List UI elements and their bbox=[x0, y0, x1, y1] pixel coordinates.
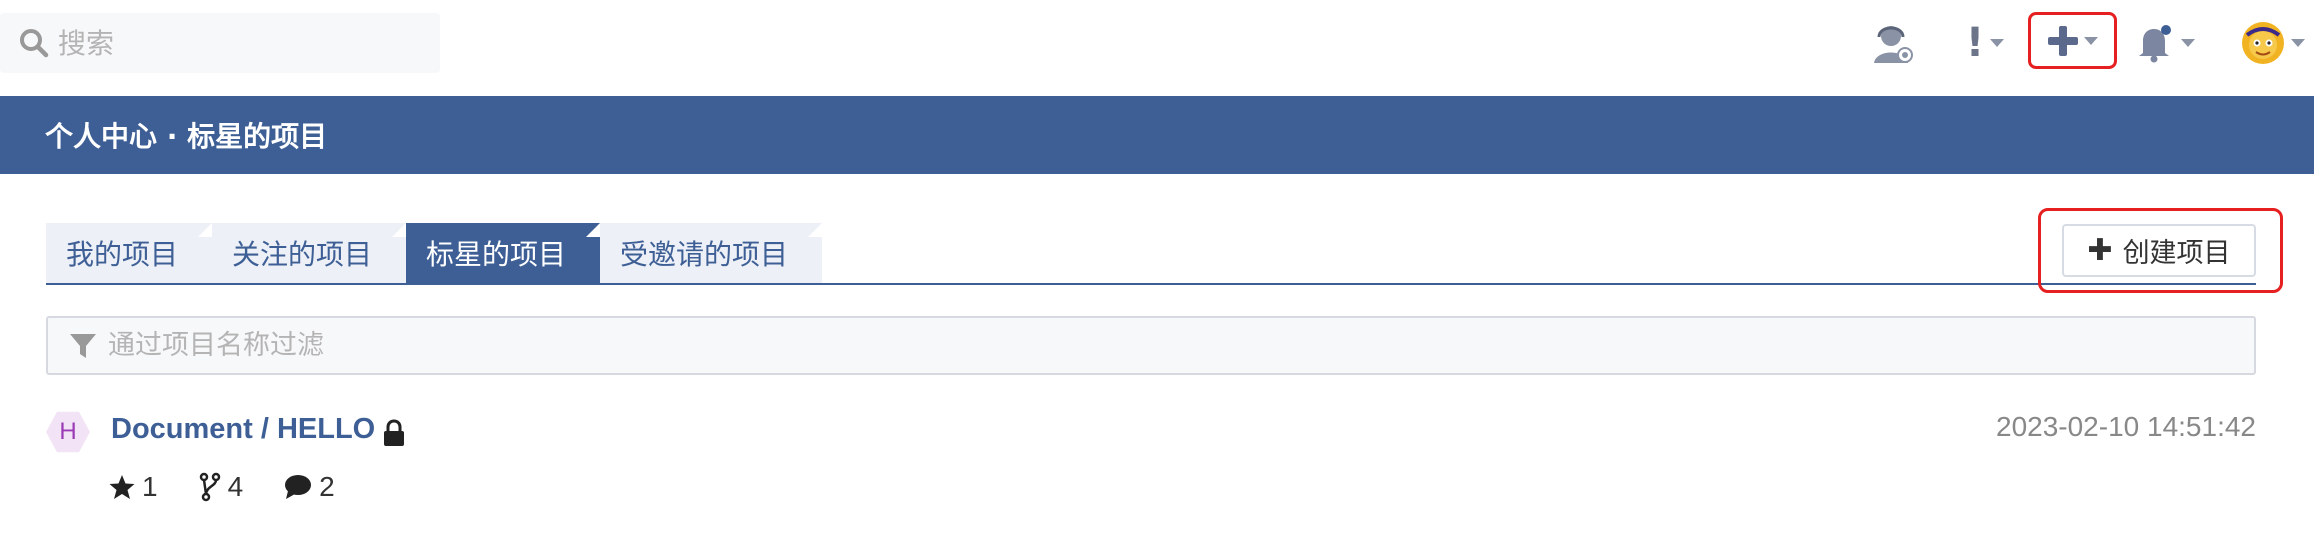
lock-icon bbox=[384, 419, 404, 446]
page-header: 个人中心 · 标星的项目 bbox=[0, 96, 2314, 174]
fork-count[interactable]: 4 bbox=[198, 471, 244, 503]
filter-icon bbox=[70, 333, 96, 358]
plus-icon: ✚ bbox=[2087, 233, 2113, 268]
chevron-down-icon bbox=[2083, 36, 2098, 45]
search-input[interactable] bbox=[58, 18, 418, 68]
comment-count[interactable]: 2 bbox=[283, 471, 335, 503]
star-count[interactable]: 1 bbox=[108, 471, 158, 503]
create-project-label: 创建项目 bbox=[2122, 238, 2231, 269]
create-project-button[interactable]: ✚ 创建项目 bbox=[2062, 224, 2256, 277]
top-bar: ! bbox=[0, 0, 2314, 95]
chevron-down-icon bbox=[1990, 39, 2005, 47]
support-button[interactable] bbox=[1868, 18, 1918, 68]
support-icon bbox=[1874, 26, 1913, 63]
project-link[interactable]: Document / HELLO bbox=[111, 413, 375, 446]
chevron-down-icon bbox=[2181, 39, 2195, 47]
tab-my-projects[interactable]: 我的项目 bbox=[46, 223, 213, 283]
project-tabs: 我的项目 关注的项目 标星的项目 受邀请的项目 bbox=[46, 223, 823, 283]
star-count-value: 1 bbox=[142, 471, 158, 502]
star-icon bbox=[109, 475, 135, 499]
project-updated-time: 2023-02-10 14:51:42 bbox=[1996, 411, 2256, 442]
tab-label: 我的项目 bbox=[66, 238, 179, 271]
chevron-down-icon bbox=[2291, 39, 2305, 47]
page-title: 个人中心 · 标星的项目 bbox=[45, 120, 328, 153]
project-filter[interactable] bbox=[46, 316, 2256, 375]
fork-icon bbox=[199, 472, 220, 502]
fork-count-value: 4 bbox=[227, 471, 244, 502]
filter-input[interactable] bbox=[108, 321, 2208, 370]
project-avatar: H bbox=[46, 411, 90, 453]
bell-icon bbox=[2139, 25, 2171, 63]
user-menu[interactable] bbox=[2238, 18, 2308, 68]
list-item: H Document / HELLO 2023-02-10 14:51:42 1… bbox=[46, 405, 2256, 515]
comment-count-value: 2 bbox=[319, 471, 335, 502]
tab-label: 关注的项目 bbox=[232, 238, 373, 271]
add-menu[interactable] bbox=[2028, 12, 2117, 69]
avatar bbox=[2242, 22, 2284, 64]
plus-icon bbox=[2047, 25, 2078, 56]
notifications-menu[interactable] bbox=[2135, 18, 2195, 68]
search-box[interactable] bbox=[0, 13, 440, 73]
tab-starred-projects[interactable]: 标星的项目 bbox=[406, 223, 601, 283]
create-project-highlight: ✚ 创建项目 bbox=[2038, 208, 2283, 293]
tab-invited-projects[interactable]: 受邀请的项目 bbox=[600, 223, 823, 283]
tab-label: 受邀请的项目 bbox=[620, 238, 789, 271]
project-stats: 1 4 2 bbox=[108, 471, 375, 503]
tab-watched-projects[interactable]: 关注的项目 bbox=[212, 223, 407, 283]
tab-label: 标星的项目 bbox=[426, 238, 567, 271]
alert-menu[interactable]: ! bbox=[1955, 18, 2015, 68]
comment-icon bbox=[285, 475, 312, 499]
search-icon bbox=[20, 29, 49, 58]
alert-icon: ! bbox=[1965, 20, 1985, 66]
tabs-divider bbox=[46, 283, 2256, 285]
